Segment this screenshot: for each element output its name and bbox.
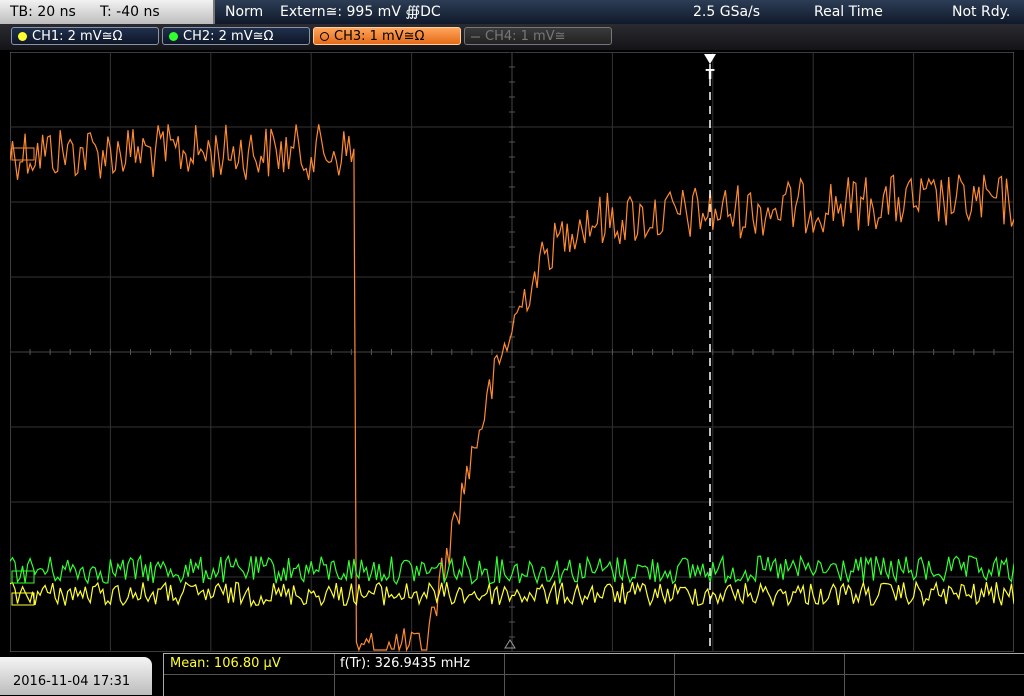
measurement-col-divider (334, 654, 335, 696)
sample-rate: 2.5 GSa/s (693, 4, 761, 20)
measurement-col-divider (674, 654, 675, 696)
channel-2-button[interactable]: CH2: 2 mV≅Ω (162, 27, 310, 45)
date-time: 2016-11-04 17:31 (13, 674, 131, 689)
channel-1-dot (18, 32, 27, 41)
measurement-col-divider (844, 654, 845, 696)
channel-3-dot (320, 32, 329, 41)
trigger-marker-label: T (706, 68, 715, 83)
status-bar[interactable]: Norm Extern≅: 995 mV ∰DC 2.5 GSa/s Real … (215, 0, 1024, 24)
channel-3-label: CH3: 1 mV≅Ω (334, 29, 425, 44)
top-bar: TB: 20 ns T: -40 ns Norm Extern≅: 995 mV… (0, 0, 1024, 24)
measurement-mean: Mean: 106.80 µV (170, 656, 281, 671)
timebase-box[interactable]: TB: 20 ns T: -40 ns (0, 0, 215, 24)
channel-4-dot (471, 36, 480, 38)
channel-3-button[interactable]: CH3: 1 mV≅Ω (313, 27, 461, 45)
waveform-display[interactable]: T (10, 52, 1014, 652)
measurement-frequency: f(Tr): 326.9435 mHz (340, 656, 471, 671)
measurement-panel[interactable]: Mean: 106.80 µV f(Tr): 326.9435 mHz (163, 653, 1024, 696)
channel-2-label: CH2: 2 mV≅Ω (183, 29, 274, 44)
acquisition-status: Not Rdy. (952, 4, 1011, 20)
measurement-col-divider (504, 654, 505, 696)
channel-4-button[interactable]: CH4: 1 mV≅ (464, 27, 612, 45)
trigger-source: Extern≅: 995 mV ∰DC (280, 4, 441, 20)
measurement-row-divider (164, 674, 1024, 675)
channel-1-button[interactable]: CH1: 2 mV≅Ω (11, 27, 159, 45)
channel-bar: CH1: 2 mV≅Ω CH2: 2 mV≅Ω CH3: 1 mV≅Ω CH4:… (0, 24, 1024, 50)
trigger-mode: Norm (225, 4, 264, 20)
timebase-label: TB: 20 ns (10, 4, 76, 20)
date-time-box[interactable]: 2016-11-04 17:31 (0, 657, 152, 695)
channel-2-dot (169, 32, 178, 41)
acquisition-mode: Real Time (814, 4, 883, 20)
channel-4-label: CH4: 1 mV≅ (485, 29, 566, 44)
trigger-time-label: T: -40 ns (100, 4, 160, 20)
channel-1-label: CH1: 2 mV≅Ω (32, 29, 123, 44)
footer: 2016-11-04 17:31 Mean: 106.80 µV f(Tr): … (0, 653, 1024, 696)
